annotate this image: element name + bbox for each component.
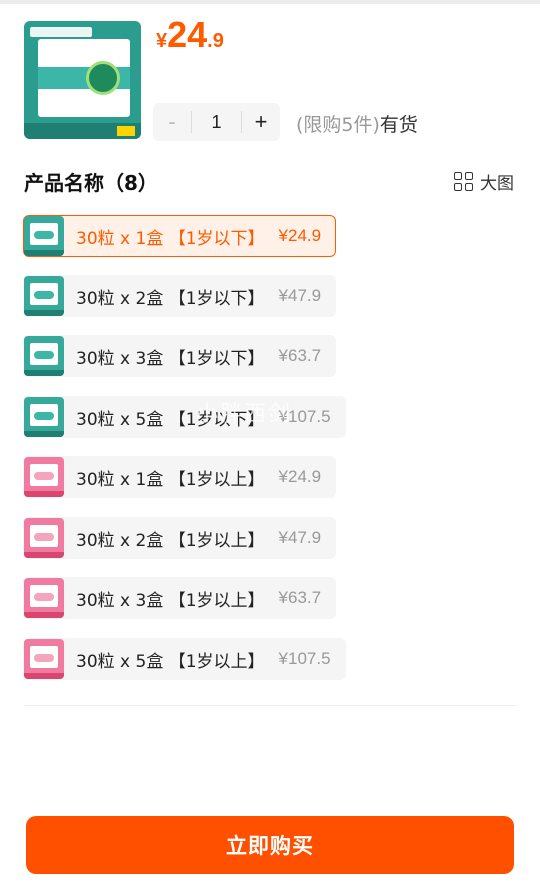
- option-item[interactable]: 30粒 x 5盒 【1岁以下】 ¥107.5: [23, 396, 346, 438]
- option-label: 30粒 x 3盒 【1岁以下】: [76, 348, 265, 369]
- decrement-button[interactable]: -: [153, 103, 191, 141]
- option-thumbnail: [24, 216, 64, 256]
- option-item[interactable]: 30粒 x 2盒 【1岁以下】 ¥47.9: [23, 275, 337, 317]
- option-thumbnail: [24, 336, 64, 376]
- section-title: 产品名称（8）: [24, 171, 158, 195]
- option-thumbnail: [24, 276, 64, 316]
- option-item[interactable]: 30粒 x 3盒 【1岁以上】 ¥63.7: [23, 577, 337, 619]
- price-integer: 24: [167, 14, 208, 55]
- option-label: 30粒 x 1盒 【1岁以上】: [76, 469, 265, 490]
- package-box: [38, 39, 130, 117]
- quantity-input[interactable]: 1: [191, 111, 242, 133]
- price-decimal: .9: [207, 30, 224, 52]
- price-currency: ¥: [156, 30, 168, 52]
- option-price: ¥107.5: [278, 407, 331, 426]
- option-price: ¥63.7: [278, 588, 322, 607]
- stock-info: (限购5件)有货: [296, 110, 418, 137]
- option-price: ¥107.5: [278, 649, 331, 668]
- option-label: 30粒 x 5盒 【1岁以下】: [76, 409, 265, 430]
- option-label: 30粒 x 2盒 【1岁以下】: [76, 288, 265, 309]
- option-thumbnail: [24, 518, 64, 558]
- option-thumbnail: [24, 639, 64, 679]
- option-thumbnail: [24, 578, 64, 618]
- divider: [24, 705, 518, 706]
- view-toggle-label: 大图: [480, 174, 514, 194]
- option-thumbnail: [24, 457, 64, 497]
- package-tag: [30, 27, 92, 37]
- increment-button[interactable]: +: [242, 103, 280, 141]
- option-price: ¥24.9: [278, 226, 322, 245]
- quantity-stepper: - 1 +: [153, 103, 280, 141]
- buy-now-button[interactable]: 立即购买: [26, 816, 514, 874]
- capsule-graphic: [86, 61, 120, 95]
- option-item[interactable]: 30粒 x 1盒 【1岁以下】 ¥24.9: [23, 215, 337, 257]
- option-price: ¥47.9: [278, 528, 322, 547]
- option-label: 30粒 x 3盒 【1岁以上】: [76, 590, 265, 611]
- option-price: ¥47.9: [278, 286, 322, 305]
- option-price: ¥63.7: [278, 346, 322, 365]
- option-label: 30粒 x 2盒 【1岁以上】: [76, 530, 265, 551]
- option-item[interactable]: 30粒 x 2盒 【1岁以上】 ¥47.9: [23, 517, 337, 559]
- top-strip: [0, 0, 540, 4]
- stock-status: 有货: [379, 114, 418, 136]
- option-item[interactable]: 30粒 x 5盒 【1岁以上】 ¥107.5: [23, 638, 346, 680]
- purchase-limit: (限购5件): [296, 114, 380, 136]
- option-label: 30粒 x 1盒 【1岁以下】: [76, 228, 265, 249]
- product-price: ¥24.9: [156, 14, 224, 56]
- option-label: 30粒 x 5盒 【1岁以上】: [76, 651, 265, 672]
- large-view-toggle[interactable]: 大图: [454, 169, 514, 194]
- option-price: ¥24.9: [278, 467, 322, 486]
- grid-icon: [454, 171, 474, 192]
- package-bottom-band: [24, 123, 141, 139]
- option-thumbnail: [24, 397, 64, 437]
- option-item[interactable]: 30粒 x 1盒 【1岁以上】 ¥24.9: [23, 456, 337, 498]
- product-image: [24, 21, 141, 139]
- option-item[interactable]: 30粒 x 3盒 【1岁以下】 ¥63.7: [23, 335, 337, 377]
